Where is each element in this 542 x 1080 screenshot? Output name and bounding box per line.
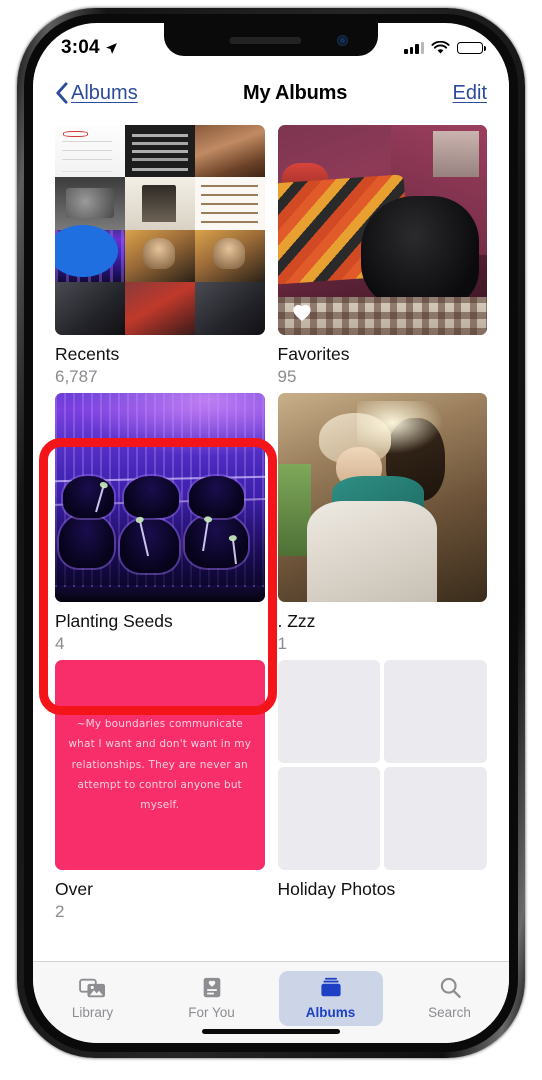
album-title: Recents [55,343,120,364]
album-thumbnail-zzz [277,392,487,602]
tab-label: Library [71,1005,114,1020]
album-card-planting-seeds[interactable]: Planting Seeds 4 [55,392,265,655]
navigation-bar: Albums My Albums Edit [33,67,509,119]
grow-light-photo [55,392,265,602]
back-button-label: Albums [71,81,138,104]
heart-icon [292,304,311,321]
album-count: 1 [277,634,287,653]
status-bar-left: 3:04 [61,37,118,59]
album-title: Planting Seeds [55,611,173,631]
tab-albums[interactable]: Albums [278,971,383,1026]
chevron-left-icon [56,82,68,104]
wifi-icon [431,41,450,54]
status-bar-right [404,41,486,55]
edit-button[interactable]: Edit [453,82,487,105]
album-title: . Zzz [277,611,316,631]
tab-library[interactable]: Library [41,971,145,1026]
album-count: 4 [55,634,65,653]
tab-search[interactable]: Search [398,971,502,1026]
recents-collage [55,125,265,335]
album-card-over[interactable]: ~My boundaries communicate what I want a… [55,660,265,922]
for-you-heart-card-icon [203,977,220,998]
album-title: Holiday Photos [277,878,396,899]
earpiece-speaker-icon [229,37,302,44]
album-card-zzz[interactable]: . Zzz 1 [277,392,487,655]
phone-screen: 3:04 Albums My Albums Edit Recents 6,787… [33,23,509,1043]
battery-full-icon [457,41,486,55]
album-card-recents[interactable]: Recents 6,787 [55,125,265,387]
tab-for-you[interactable]: For You [160,971,264,1026]
front-camera-icon [337,35,348,46]
album-thumbnail-planting-seeds [55,392,265,602]
cellular-bars-icon [404,42,424,54]
tab-label: Albums [305,1005,356,1020]
albums-grid: Recents 6,787 Favorites 95 Planting Seed… [33,119,509,922]
back-button[interactable]: Albums [55,82,138,105]
status-time: 3:04 [61,37,100,58]
album-title: Favorites [277,343,350,364]
album-count: 2 [55,901,65,921]
album-thumbnail-holiday-photos [277,660,487,870]
empty-album-placeholder [277,660,487,870]
device-notch [164,23,378,56]
hug-photo [277,392,487,602]
location-arrow-icon [105,42,117,54]
album-count: 6,787 [55,366,98,386]
phone-mockup: 3:04 Albums My Albums Edit Recents 6,787… [0,0,542,1080]
tab-label: For You [188,1005,235,1020]
album-thumbnail-recents [55,125,265,335]
pink-quote-card: ~My boundaries communicate what I want a… [55,660,265,870]
albums-folder-icon [320,977,341,997]
albums-scroll-area[interactable]: Recents 6,787 Favorites 95 Planting Seed… [33,119,509,961]
tab-label: Search [428,1005,471,1020]
album-thumbnail-favorites [277,125,487,335]
page-title: My Albums [243,81,348,104]
photos-library-icon [78,978,105,998]
album-thumbnail-over: ~My boundaries communicate what I want a… [55,660,265,870]
search-magnifier-icon [440,977,461,999]
quote-text: ~My boundaries communicate what I want a… [68,717,252,812]
album-title: Over [55,878,93,899]
album-count: 95 [277,366,297,386]
album-card-holiday-photos[interactable]: Holiday Photos [277,660,487,922]
album-card-favorites[interactable]: Favorites 95 [277,125,487,387]
home-indicator[interactable] [202,1029,340,1034]
